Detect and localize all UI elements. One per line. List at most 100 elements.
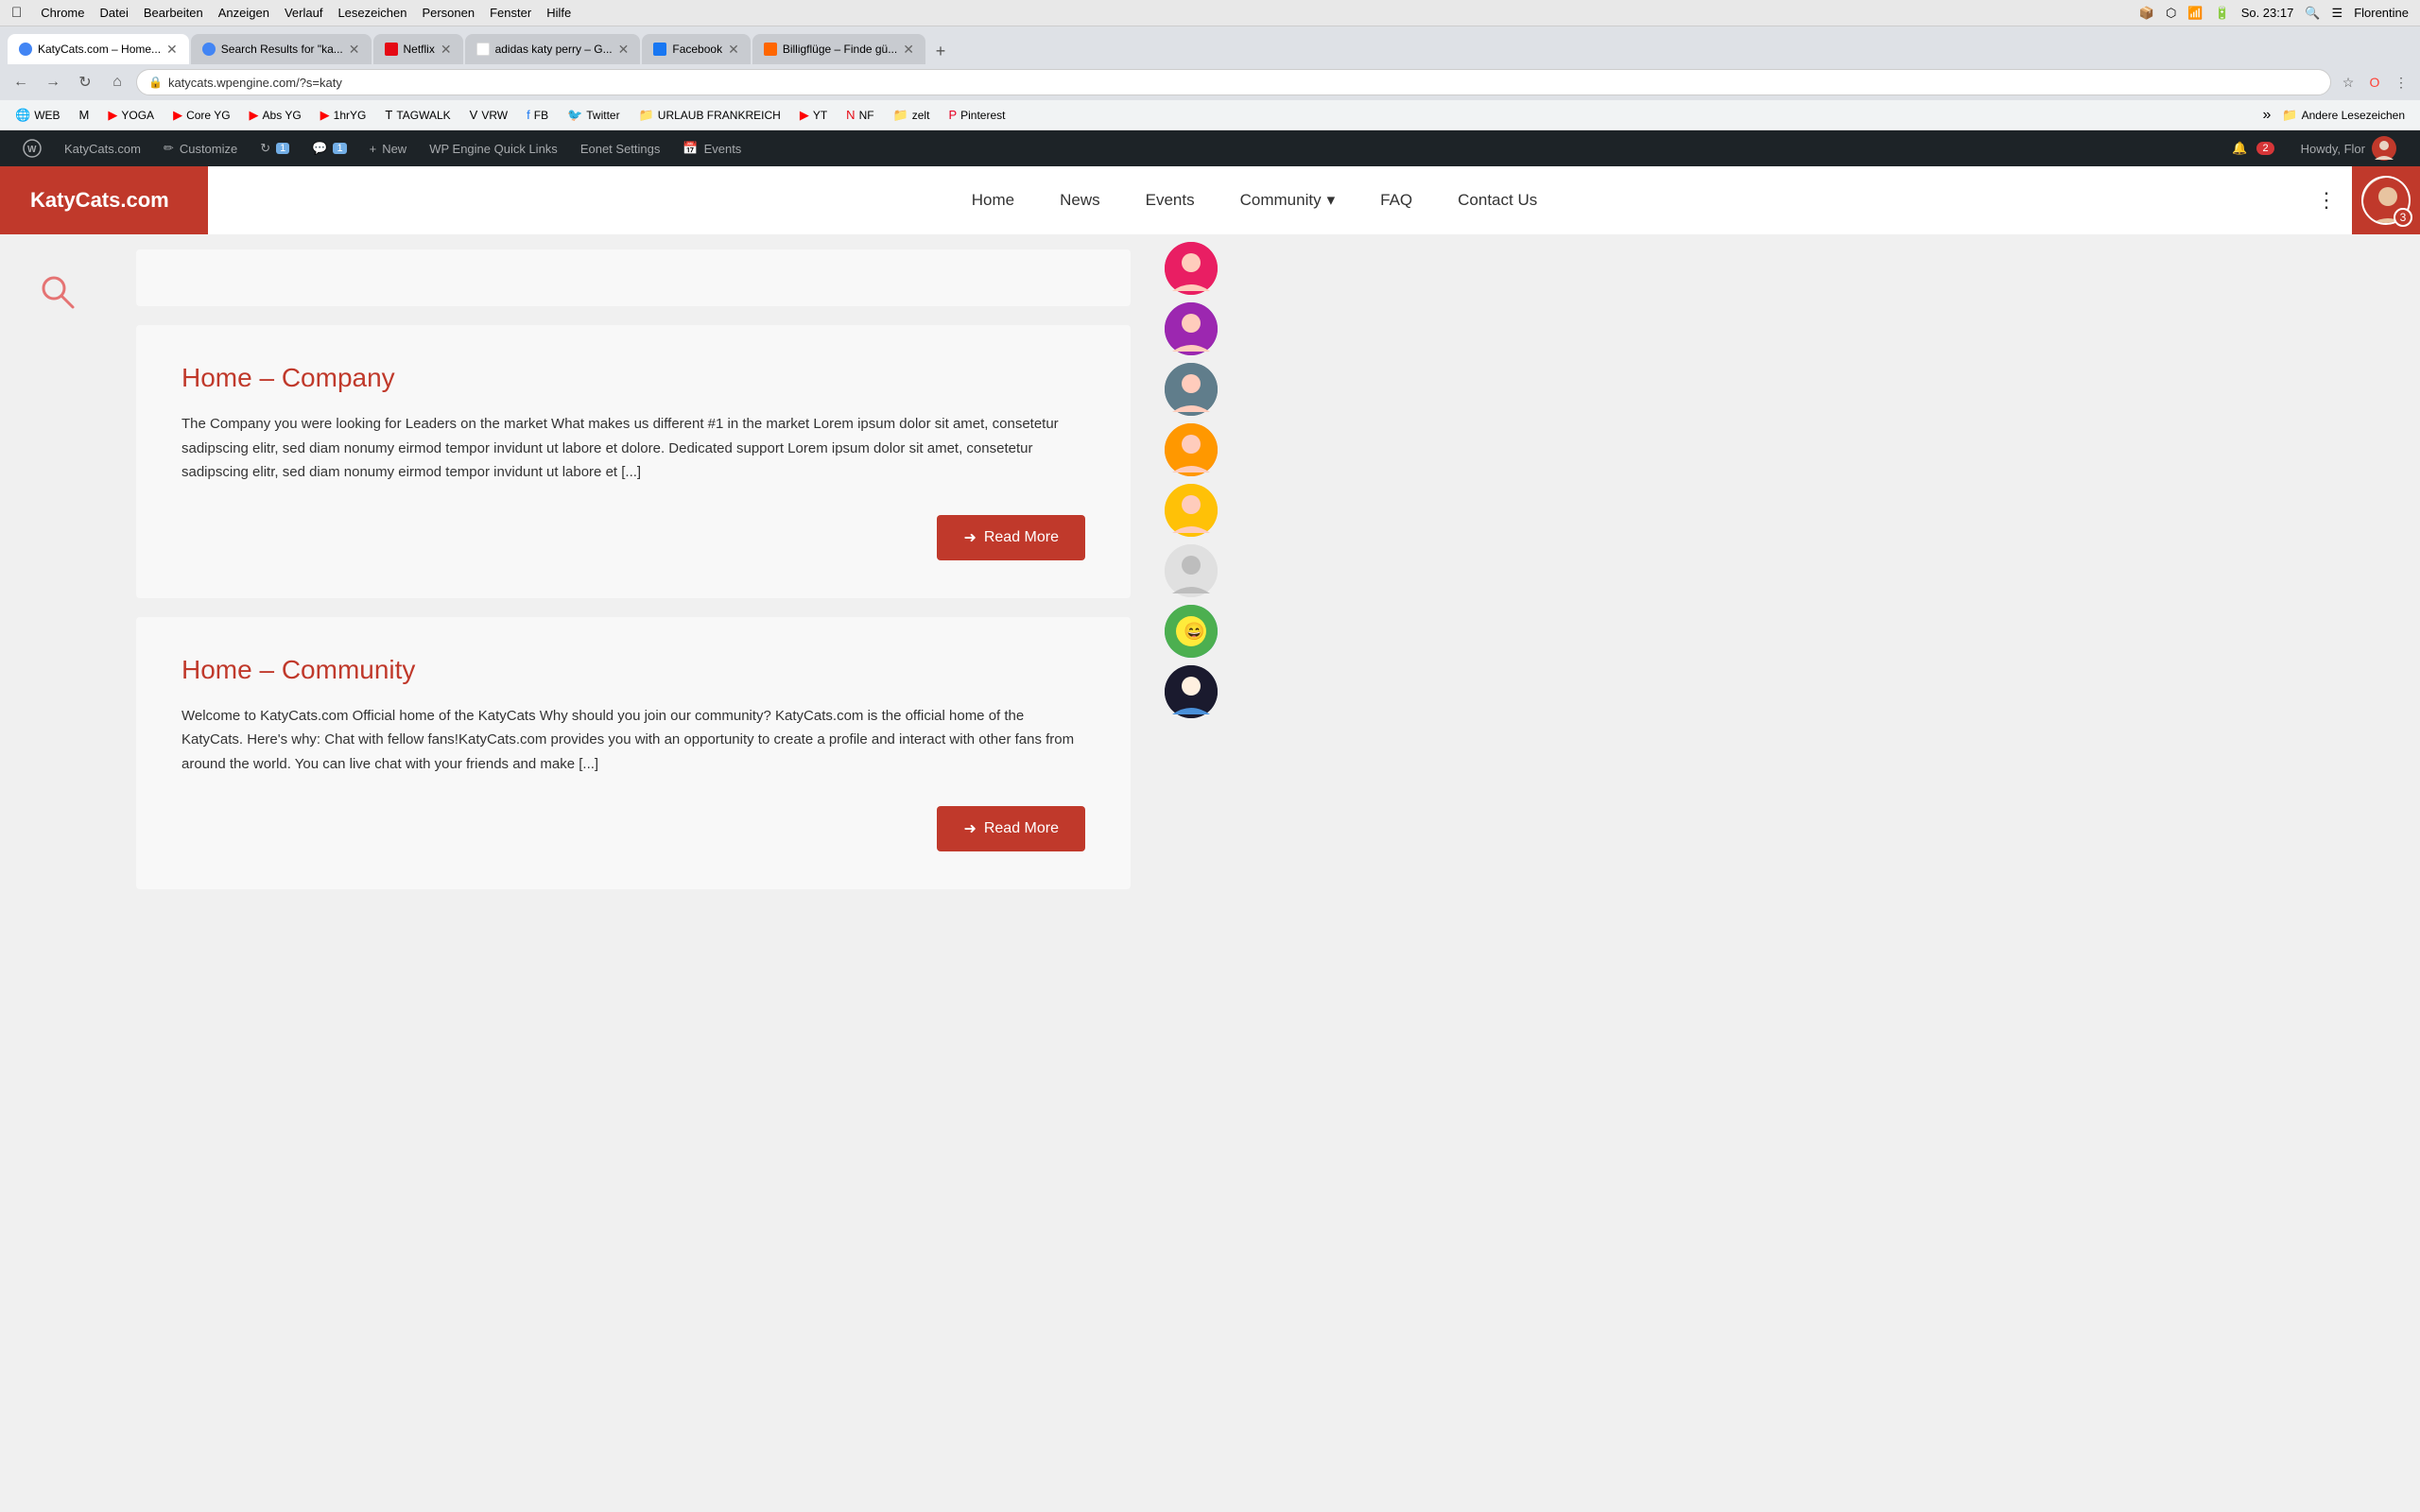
- more-menu-icon[interactable]: ⋮: [2390, 71, 2412, 94]
- clock: So. 23:17: [2241, 6, 2294, 20]
- search-spotlight-icon[interactable]: 🔍: [2305, 6, 2320, 21]
- tab-1[interactable]: KatyCats.com – Home... ✕: [8, 34, 189, 64]
- nav-events[interactable]: Events: [1123, 166, 1218, 234]
- nav-community[interactable]: Community ▾: [1218, 166, 1358, 234]
- tab-close-5[interactable]: ✕: [728, 42, 739, 58]
- customize-label: Customize: [180, 142, 237, 156]
- tab-2[interactable]: Search Results for "ka... ✕: [191, 34, 372, 64]
- forward-button[interactable]: →: [40, 69, 66, 95]
- home-button[interactable]: ⌂: [104, 69, 130, 95]
- new-tab-button[interactable]: +: [927, 38, 954, 64]
- read-more-label: Read More: [984, 820, 1059, 837]
- avatar-4[interactable]: [1165, 423, 1218, 476]
- nav-more-button[interactable]: ⋮: [2301, 188, 2352, 213]
- menu-icon[interactable]: ☰: [2332, 6, 2343, 21]
- events-admin[interactable]: 📅 Events: [671, 130, 752, 166]
- menu-lesezeichen[interactable]: Lesezeichen: [337, 6, 406, 20]
- user-avatar-area[interactable]: 3: [2352, 166, 2420, 234]
- menu-verlauf[interactable]: Verlauf: [285, 6, 322, 20]
- search-icon[interactable]: [38, 272, 76, 318]
- bookmark-1hrYG[interactable]: ▶ 1hrYG: [313, 104, 374, 127]
- bookmark-tagwalk[interactable]: T TAGWALK: [377, 104, 458, 127]
- menu-datei[interactable]: Datei: [100, 6, 129, 20]
- nav-community-dropdown-icon: ▾: [1327, 191, 1336, 210]
- menu-chrome[interactable]: Chrome: [41, 6, 84, 20]
- nav-faq[interactable]: FAQ: [1357, 166, 1435, 234]
- back-button[interactable]: ←: [8, 69, 34, 95]
- tab-close-3[interactable]: ✕: [441, 42, 452, 58]
- tab-label-5: Facebook: [672, 43, 722, 56]
- nav-home[interactable]: Home: [949, 166, 1037, 234]
- nav-contact[interactable]: Contact Us: [1435, 166, 1560, 234]
- bookmark-urlaub[interactable]: 📁 URLAUB FRANKREICH: [631, 104, 788, 127]
- wp-updates[interactable]: ↻ 1: [249, 130, 301, 166]
- wp-new[interactable]: + New: [358, 130, 419, 166]
- site-logo[interactable]: KatyCats.com: [0, 166, 208, 234]
- menu-personen[interactable]: Personen: [422, 6, 475, 20]
- avatar-7[interactable]: 😄: [1165, 605, 1218, 658]
- card-company-excerpt: The Company you were looking for Leaders…: [182, 412, 1085, 485]
- bookmark-yt[interactable]: ▶ YT: [792, 104, 835, 127]
- bookmark-fb[interactable]: f FB: [519, 104, 556, 127]
- url-bar[interactable]: 🔒 katycats.wpengine.com/?s=katy: [136, 69, 2331, 95]
- browser-frame: KatyCats.com – Home... ✕ Search Results …: [0, 26, 2420, 234]
- bookmark-favicon: M: [79, 108, 90, 122]
- opera-icon[interactable]: O: [2363, 71, 2386, 94]
- bookmark-yoga[interactable]: ▶ YOGA: [100, 104, 162, 127]
- bookmarks-more-button[interactable]: »: [2262, 107, 2271, 124]
- tab-4[interactable]: adidas katy perry – G... ✕: [465, 34, 641, 64]
- bookmark-star-icon[interactable]: ☆: [2337, 71, 2360, 94]
- bookmark-label: Andere Lesezeichen: [2302, 109, 2405, 122]
- avatar-1[interactable]: [1165, 242, 1218, 295]
- arrow-right-icon: ➜: [963, 819, 976, 838]
- bookmark-favicon: ▶: [250, 108, 259, 123]
- bookmark-abs-yg[interactable]: ▶ Abs YG: [242, 104, 309, 127]
- wp-site-name[interactable]: KatyCats.com: [53, 130, 152, 166]
- bookmark-web[interactable]: 🌐 WEB: [8, 104, 68, 127]
- avatar-3[interactable]: [1165, 363, 1218, 416]
- wp-customize[interactable]: ✏ Customize: [152, 130, 249, 166]
- tab-close-2[interactable]: ✕: [349, 42, 360, 58]
- wp-howdy[interactable]: Howdy, Flor: [2290, 130, 2409, 166]
- tab-5[interactable]: Facebook ✕: [642, 34, 750, 64]
- avatar-6[interactable]: [1165, 544, 1218, 597]
- nav-news[interactable]: News: [1037, 166, 1123, 234]
- menu-anzeigen[interactable]: Anzeigen: [218, 6, 269, 20]
- read-more-company-button[interactable]: ➜ Read More: [937, 515, 1085, 560]
- bookmark-zelt[interactable]: 📁 zelt: [886, 104, 938, 127]
- wp-engine-quick-links[interactable]: WP Engine Quick Links: [418, 130, 569, 166]
- bookmark-core-yg[interactable]: ▶ Core YG: [165, 104, 237, 127]
- wp-logo-item[interactable]: W: [11, 130, 53, 166]
- menu-bearbeiten[interactable]: Bearbeiten: [144, 6, 203, 20]
- wp-comments[interactable]: 💬 1: [301, 130, 357, 166]
- bookmark-twitter[interactable]: 🐦 Twitter: [560, 104, 628, 127]
- bluetooth-icon: ⬡: [2166, 6, 2176, 21]
- tab-3[interactable]: Netflix ✕: [373, 34, 463, 64]
- bookmark-nf[interactable]: N NF: [838, 104, 881, 127]
- avatar-2[interactable]: [1165, 302, 1218, 355]
- read-more-community-button[interactable]: ➜ Read More: [937, 806, 1085, 851]
- tab-close-1[interactable]: ✕: [166, 42, 178, 58]
- bookmark-vrw[interactable]: V VRW: [462, 104, 515, 127]
- tab-close-6[interactable]: ✕: [903, 42, 914, 58]
- tab-label-6: Billigflüge – Finde gü...: [783, 43, 897, 56]
- card-company-footer: ➜ Read More: [182, 515, 1085, 560]
- tab-6[interactable]: Billigflüge – Finde gü... ✕: [752, 34, 925, 64]
- bookmark-favicon: V: [470, 108, 478, 122]
- avatar-5[interactable]: [1165, 484, 1218, 537]
- avatar-8[interactable]: [1165, 665, 1218, 718]
- reload-button[interactable]: ↻: [72, 69, 98, 95]
- tab-close-4[interactable]: ✕: [618, 42, 630, 58]
- bookmark-label: Abs YG: [263, 109, 302, 122]
- menu-fenster[interactable]: Fenster: [490, 6, 531, 20]
- eonet-settings[interactable]: Eonet Settings: [569, 130, 672, 166]
- updates-icon: ↻: [260, 141, 270, 156]
- bookmark-pinterest[interactable]: P Pinterest: [941, 104, 1012, 127]
- bookmark-gmail[interactable]: M: [72, 104, 97, 127]
- bookmark-andere[interactable]: 📁 Andere Lesezeichen: [2274, 104, 2412, 127]
- menu-hilfe[interactable]: Hilfe: [546, 6, 571, 20]
- search-result-community: Home – Community Welcome to KatyCats.com…: [136, 617, 1131, 890]
- apple-menu[interactable]: : [11, 5, 22, 21]
- wp-notifications[interactable]: 🔔 2: [2221, 130, 2289, 166]
- nav-community-label: Community: [1240, 191, 1322, 210]
